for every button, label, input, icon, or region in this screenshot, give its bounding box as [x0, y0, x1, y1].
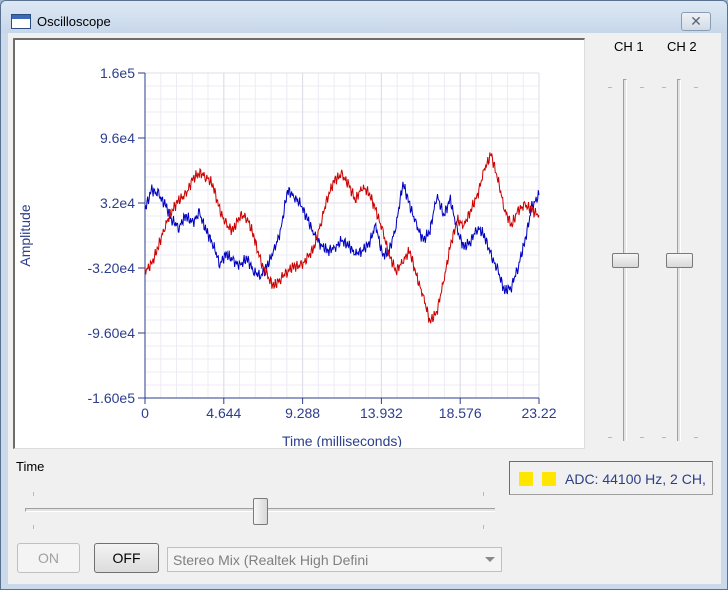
- oscilloscope-window: Oscilloscope ✕ 1.6e5 9.6e4 3.2e4 -3.20e4 -9.…: [0, 0, 728, 590]
- slider-tick: [608, 437, 612, 438]
- time-slider-thumb[interactable]: [252, 498, 268, 525]
- window-title: Oscilloscope: [37, 14, 111, 29]
- y-tick-label: -3.20e4: [88, 260, 136, 276]
- x-tick-label: 18.576: [439, 405, 482, 421]
- ch1-slider-thumb[interactable]: [612, 252, 639, 268]
- time-slider-tick: [33, 492, 34, 496]
- ch2-label: CH 2: [667, 39, 697, 54]
- chevron-down-icon: [485, 557, 495, 562]
- y-tick-label: 9.6e4: [100, 130, 135, 146]
- window-icon: [11, 14, 31, 29]
- close-button[interactable]: ✕: [681, 12, 711, 31]
- time-label: Time: [16, 459, 45, 474]
- plot-svg: 1.6e5 9.6e4 3.2e4 -3.20e4 -9.60e4 -1.60e5 0 4.6…: [17, 65, 557, 447]
- off-button[interactable]: OFF: [94, 543, 159, 573]
- y-tick-label: -9.60e4: [88, 325, 136, 341]
- close-icon: ✕: [690, 13, 702, 29]
- slider-tick: [640, 87, 644, 88]
- slider-tick: [608, 87, 612, 88]
- x-tick-label: 0: [141, 405, 149, 421]
- channel-1-trace: [144, 181, 540, 295]
- title-bar[interactable]: Oscilloscope ✕: [1, 1, 727, 33]
- adc-status-text: ADC: 44100 Hz, 2 CH,: [565, 471, 706, 487]
- y-tick-label: -1.60e5: [88, 390, 136, 406]
- time-slider-tick: [483, 525, 484, 529]
- ch2-slider-thumb[interactable]: [666, 252, 693, 268]
- oscilloscope-plot: 1.6e5 9.6e4 3.2e4 -3.20e4 -9.60e4 -1.60e5 0 4.6…: [13, 38, 585, 449]
- ch1-label: CH 1: [614, 39, 644, 54]
- x-tick-label: 4.644: [206, 405, 241, 421]
- x-tick-label: 9.288: [285, 405, 320, 421]
- y-tick-label: 3.2e4: [100, 195, 135, 211]
- slider-tick: [694, 437, 698, 438]
- time-slider-tick: [483, 492, 484, 496]
- slider-tick: [662, 87, 666, 88]
- y-tick-label: 1.6e5: [100, 65, 135, 81]
- on-button[interactable]: ON: [17, 543, 80, 573]
- ch1-color-swatch: [519, 472, 533, 486]
- slider-tick: [662, 437, 666, 438]
- slider-tick: [694, 87, 698, 88]
- x-tick-label: 23.22: [521, 405, 556, 421]
- x-axis-label: Time (milliseconds): [282, 433, 402, 447]
- y-axis-label: Amplitude: [17, 204, 33, 266]
- x-tick-label: 13.932: [360, 405, 403, 421]
- client-area: 1.6e5 9.6e4 3.2e4 -3.20e4 -9.60e4 -1.60e5 0 4.6…: [8, 33, 721, 584]
- ch2-color-swatch: [542, 472, 556, 486]
- adc-status-panel: ADC: 44100 Hz, 2 CH,: [509, 461, 713, 495]
- input-device-value: Stereo Mix (Realtek High Defini: [173, 552, 369, 568]
- slider-tick: [640, 437, 644, 438]
- input-device-select[interactable]: Stereo Mix (Realtek High Defini: [167, 547, 502, 572]
- time-slider-tick: [33, 525, 34, 529]
- channel-2-trace: [144, 152, 540, 324]
